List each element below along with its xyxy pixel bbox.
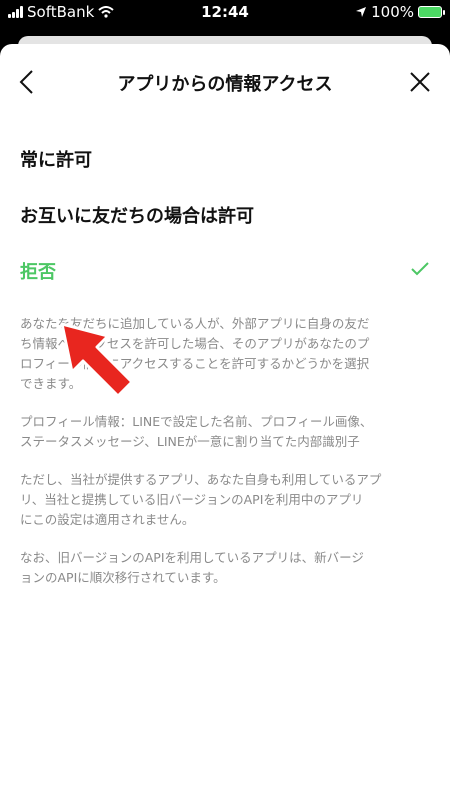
description-paragraph: プロフィール情報：LINEで設定した名前、プロフィール画像、 ステータスメッセー… xyxy=(20,414,373,449)
description-paragraph: なお、旧バージョンのAPIを利用しているアプリは、新バージ ョンのAPIに順次移… xyxy=(20,550,364,585)
battery-percent: 100% xyxy=(371,3,414,21)
option-always-allow[interactable]: 常に許可 xyxy=(0,136,450,180)
option-label: 拒否 xyxy=(20,262,56,283)
page-title: アプリからの情報アクセス xyxy=(117,74,333,95)
status-right: 100% xyxy=(355,3,445,21)
option-allow-mutual-friends[interactable]: お互いに友だちの場合は許可 xyxy=(0,192,450,236)
location-icon xyxy=(356,7,367,17)
header: アプリからの情報アクセス xyxy=(0,44,450,122)
close-button[interactable] xyxy=(404,66,436,98)
status-bar: SoftBank 12:44 100% xyxy=(0,0,450,26)
option-label: お互いに友だちの場合は許可 xyxy=(20,206,254,227)
option-deny[interactable]: 拒否 xyxy=(0,248,450,292)
red-arrow-annotation-icon xyxy=(60,322,134,398)
option-label: 常に許可 xyxy=(20,150,92,171)
battery-icon xyxy=(418,6,445,18)
close-icon xyxy=(410,72,430,92)
check-icon xyxy=(411,262,429,276)
description-paragraph: ただし、当社が提供するアプリ、あなた自身も利用しているアプ リ、当社と提携してい… xyxy=(20,472,382,527)
modal-sheet: アプリからの情報アクセス 常に許可 お互いに友だちの場合は許可 拒否 あなたを友… xyxy=(0,44,450,800)
